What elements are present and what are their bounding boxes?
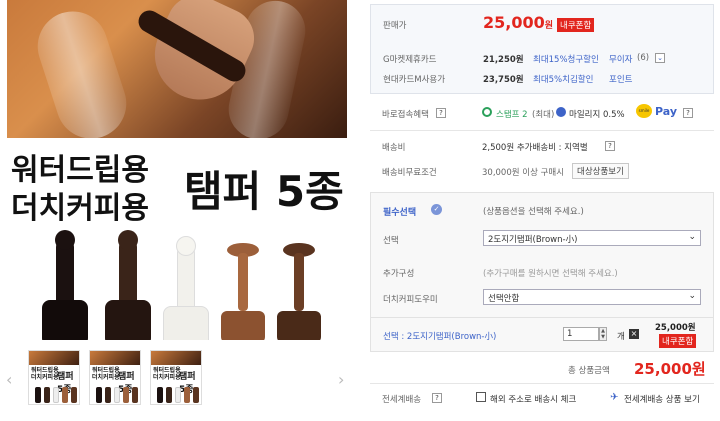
selected-option-label: 선택 : 2도지기탬퍼(Brown-小) <box>383 332 497 342</box>
purchase-panel: 판매가 25,000원 내쿠폰함 G마켓제휴카드 21,250원 최대15%청구… <box>370 0 714 421</box>
free-shipping-value: 30,000원 이상 구매시 <box>482 168 565 178</box>
tamper-black-2 <box>105 230 151 340</box>
prev-arrow-icon[interactable]: ‹ <box>6 370 12 389</box>
extra-select-label: 더치커피도우미 <box>383 295 438 305</box>
required-hint: (상품옵션을 선택해 주세요.) <box>483 207 584 217</box>
benefit-label: 바로접속혜택 <box>382 110 429 120</box>
mileage-label: 마일리지 0.5% <box>569 110 625 120</box>
card1-count: (6) <box>637 53 650 63</box>
price-value: 25,000원 <box>483 13 554 32</box>
tamper-black-1 <box>42 230 88 340</box>
card2-label: 현대카드M사용가 <box>383 75 446 85</box>
stamp-icon <box>482 107 492 117</box>
shipping-label: 배송비 <box>382 143 406 153</box>
price-label: 판매가 <box>383 21 407 31</box>
total-value: 25,000원 <box>634 360 706 378</box>
chevron-down-icon: ⌄ <box>688 232 696 242</box>
selected-coupon-badge[interactable]: 내쿠폰함 <box>659 334 697 348</box>
chevron-down-icon[interactable]: ⌄ <box>655 53 665 63</box>
airplane-icon: ✈ <box>610 392 619 403</box>
required-label: 필수선택 <box>383 208 417 218</box>
extra-hint: (추가구매를 원하시면 선택해 주세요.) <box>483 269 618 279</box>
qty-unit: 개 <box>617 332 625 342</box>
card1-discount[interactable]: 최대15%청구할인 <box>533 53 599 65</box>
thumbnail-3[interactable]: 워터드립용더치커피용 탬퍼 5종 <box>150 350 202 405</box>
option-box: 필수선택 ✓ (상품옵션을 선택해 주세요.) 선택 2도지기탬퍼(Brown-… <box>370 192 714 352</box>
target-products-button[interactable]: 대상상품보기 <box>572 163 629 179</box>
global-shipping-label: 전세계배송 <box>382 395 422 405</box>
price-box: 판매가 25,000원 내쿠폰함 G마켓제휴카드 21,250원 최대15%청구… <box>370 4 714 94</box>
select-label: 선택 <box>383 236 399 246</box>
free-shipping-label: 배송비무료조건 <box>382 168 437 178</box>
card1-link[interactable]: 무이자 <box>609 53 632 65</box>
remove-option-icon[interactable]: × <box>629 329 639 339</box>
option-select[interactable]: 2도지기탬퍼(Brown-小) ⌄ <box>483 230 701 246</box>
divider <box>370 383 714 384</box>
selected-price: 25,000원 <box>655 323 696 333</box>
stamp-label: 스탬프 2 <box>496 110 528 120</box>
pay-label: Pay <box>655 105 678 118</box>
thumbnail-2[interactable]: 워터드립용더치커피용 탬퍼 5종 <box>89 350 141 405</box>
mileage-icon <box>556 107 566 117</box>
product-photo <box>7 0 347 138</box>
extra-option-select[interactable]: 선택안함 ⌄ <box>483 289 701 305</box>
pay-help-icon[interactable]: ? <box>683 108 693 118</box>
tamper-wood-light <box>219 243 267 340</box>
title-main: 탬퍼 5종 <box>184 167 344 216</box>
card2-link[interactable]: 포인트 <box>609 73 632 85</box>
card1-label: G마켓제휴카드 <box>383 55 437 65</box>
next-arrow-icon[interactable]: › <box>338 370 344 389</box>
tamper-white <box>163 236 209 340</box>
quantity-stepper[interactable]: ▲ ▼ <box>599 327 607 341</box>
chevron-down-icon: ⌄ <box>688 291 696 301</box>
title-line2: 더치커피용 <box>11 191 149 226</box>
divider <box>370 130 714 131</box>
check-circle-icon: ✓ <box>431 204 442 215</box>
coupon-badge[interactable]: 내쿠폰함 <box>557 18 595 32</box>
card2-discount[interactable]: 최대5%치김할인 <box>533 73 593 85</box>
shipping-help-icon[interactable]: ? <box>605 141 615 151</box>
card2-value: 23,750원 <box>483 75 524 85</box>
thumbnail-1[interactable]: 워터드립용더치커피용 탬퍼 5종 <box>28 350 80 405</box>
overseas-checkbox-label[interactable]: 해외 주소로 배송시 체크 <box>490 393 576 405</box>
quantity-input[interactable]: 1 <box>563 327 599 341</box>
overseas-checkbox[interactable] <box>476 392 486 402</box>
shipping-value: 2,500원 추가배송비 : 지역별 <box>482 143 588 153</box>
help-icon[interactable]: ? <box>436 108 446 118</box>
stamp-max: (최대) <box>532 110 555 120</box>
extra-label: 추가구성 <box>383 269 415 279</box>
card1-value: 21,250원 <box>483 55 524 65</box>
global-help-icon[interactable]: ? <box>432 393 442 403</box>
tamper-wood-dark <box>275 243 323 340</box>
global-products-link[interactable]: 전세계배송 상품 보기 <box>624 393 700 405</box>
total-label: 총 상품금액 <box>568 366 610 376</box>
product-image: 워터드립용 더치커피용 탬퍼 5종 <box>7 0 347 340</box>
smile-icon: smile <box>636 104 652 118</box>
